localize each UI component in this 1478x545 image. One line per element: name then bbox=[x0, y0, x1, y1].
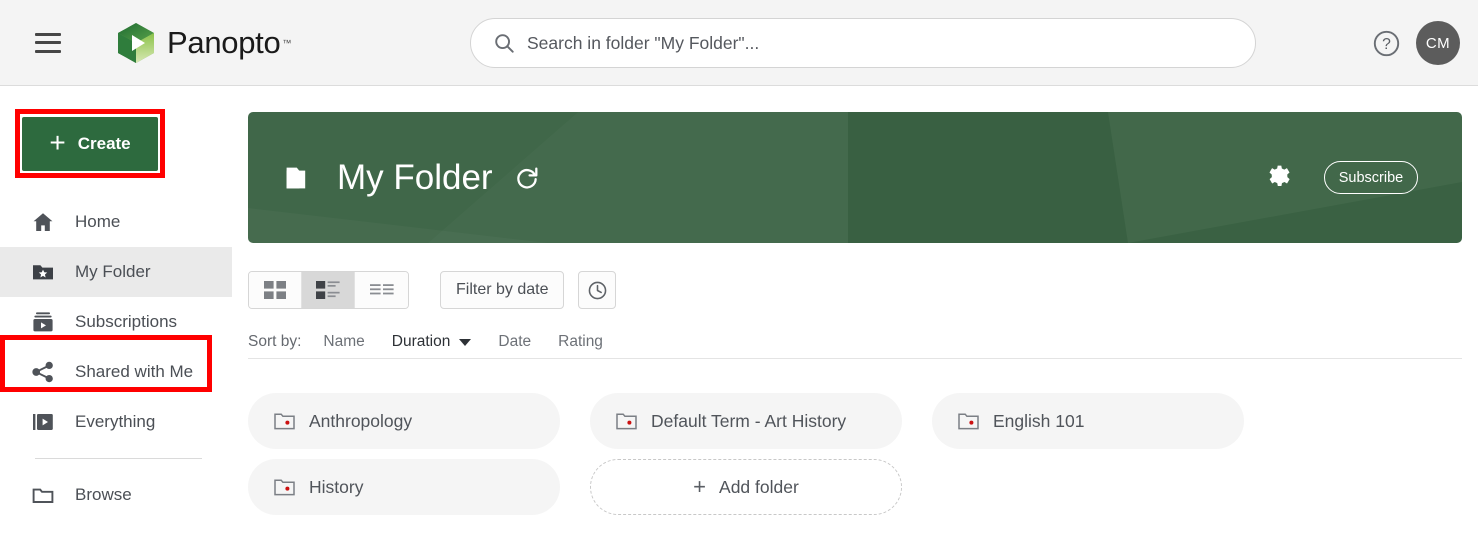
filter-by-date-button[interactable]: Filter by date bbox=[440, 271, 565, 309]
hamburger-bar bbox=[35, 32, 61, 36]
folder-card-label: Default Term - Art History bbox=[651, 410, 847, 431]
folder-session-icon bbox=[616, 413, 637, 430]
create-button[interactable]: + Create bbox=[22, 117, 158, 171]
sort-option-date[interactable]: Date bbox=[498, 333, 531, 351]
subscribe-button-label: Subscribe bbox=[1338, 169, 1404, 186]
help-circle-icon[interactable]: ? bbox=[1373, 30, 1400, 57]
sidebar-item-subscriptions[interactable]: Subscriptions bbox=[0, 297, 232, 347]
sidebar-item-label: Browse bbox=[75, 485, 132, 504]
trademark-symbol: ™ bbox=[282, 37, 292, 48]
subscribe-button[interactable]: Subscribe bbox=[1324, 161, 1418, 194]
plus-icon: + bbox=[49, 127, 66, 158]
card-view-icon bbox=[316, 281, 340, 299]
sidebar: + Create Home My Folder Subscriptions Sh… bbox=[0, 87, 232, 545]
folder-card-default-term-art-history[interactable]: Default Term - Art History bbox=[590, 393, 902, 449]
create-button-label: Create bbox=[77, 134, 131, 153]
folder-icon bbox=[30, 482, 56, 508]
avatar[interactable]: CM bbox=[1416, 21, 1460, 65]
grid-view-icon bbox=[264, 281, 286, 299]
sort-option-rating[interactable]: Rating bbox=[558, 333, 603, 351]
sidebar-item-browse[interactable]: Browse bbox=[0, 470, 232, 520]
sidebar-item-my-folder[interactable]: My Folder bbox=[0, 247, 232, 297]
sidebar-item-label: Home bbox=[75, 212, 121, 231]
sidebar-item-label: My Folder bbox=[75, 262, 151, 281]
plus-icon: + bbox=[693, 474, 707, 499]
sidebar-item-label: Shared with Me bbox=[75, 362, 194, 381]
chevron-down-icon bbox=[459, 338, 472, 346]
clock-icon bbox=[588, 281, 607, 299]
sidebar-item-shared-with-me[interactable]: Shared with Me bbox=[0, 347, 232, 397]
panopto-hexagon-icon bbox=[118, 22, 154, 63]
folder-banner: My Folder Subscribe bbox=[248, 112, 1462, 243]
folder-card-english-101[interactable]: English 101 bbox=[932, 393, 1244, 449]
hamburger-menu-icon[interactable] bbox=[35, 32, 61, 53]
folder-card-label: English 101 bbox=[993, 410, 1085, 431]
sidebar-item-home[interactable]: Home bbox=[0, 197, 232, 247]
search-bar[interactable] bbox=[470, 18, 1256, 68]
folder-card-history[interactable]: History bbox=[248, 459, 560, 515]
share-icon bbox=[30, 359, 56, 385]
sort-option-label: Rating bbox=[558, 333, 603, 350]
avatar-initials: CM bbox=[1425, 34, 1451, 52]
hamburger-bar bbox=[35, 49, 61, 53]
brand-name: Panopto bbox=[167, 24, 281, 60]
list-view-icon bbox=[369, 284, 394, 295]
sidebar-item-label: Subscriptions bbox=[75, 312, 178, 331]
sort-option-label: Date bbox=[498, 333, 532, 350]
refresh-icon[interactable] bbox=[514, 165, 540, 191]
folder-session-icon bbox=[274, 413, 295, 430]
folder-session-icon bbox=[274, 479, 295, 496]
folder-session-icon bbox=[958, 413, 979, 430]
folder-card-grid: Anthropology Default Term - Art History … bbox=[248, 393, 1462, 515]
add-folder-button[interactable]: + Add folder bbox=[590, 459, 902, 515]
home-icon bbox=[30, 209, 56, 235]
main-content: My Folder Subscribe Filter by date Sort … bbox=[232, 87, 1478, 545]
sidebar-divider bbox=[35, 458, 202, 459]
view-toolbar: Filter by date bbox=[248, 271, 617, 309]
sidebar-nav-list: Home My Folder Subscriptions Shared with… bbox=[0, 197, 232, 520]
sort-bar-divider bbox=[248, 358, 1462, 359]
page-title: My Folder bbox=[337, 157, 493, 197]
sort-bar: Sort by: Name Duration Date Rating bbox=[248, 333, 630, 351]
clock-filter-button[interactable] bbox=[578, 271, 617, 309]
sort-option-duration[interactable]: Duration bbox=[392, 333, 472, 351]
view-toggle-group bbox=[248, 271, 409, 309]
gear-icon[interactable] bbox=[1266, 164, 1293, 191]
folder-icon bbox=[286, 167, 306, 188]
hamburger-bar bbox=[35, 41, 61, 44]
sort-option-label: Duration bbox=[391, 333, 451, 350]
panopto-logo[interactable]: Panopto ™ bbox=[116, 22, 291, 64]
sidebar-item-label: Everything bbox=[75, 412, 156, 431]
add-folder-label: Add folder bbox=[719, 476, 799, 497]
sort-option-name[interactable]: Name bbox=[323, 333, 364, 351]
grid-view-button[interactable] bbox=[249, 272, 302, 308]
search-input[interactable] bbox=[527, 32, 1235, 54]
sort-option-label: Name bbox=[323, 333, 365, 350]
card-view-button[interactable] bbox=[302, 272, 355, 308]
folder-card-row: History + Add folder bbox=[248, 459, 1462, 515]
folder-card-label: History bbox=[309, 476, 364, 497]
folder-star-icon bbox=[30, 259, 56, 285]
sort-by-label: Sort by: bbox=[248, 333, 302, 350]
subscriptions-icon bbox=[30, 309, 56, 335]
search-icon bbox=[495, 34, 514, 53]
top-header-bar: Panopto ™ ? CM bbox=[0, 0, 1478, 86]
folder-card-anthropology[interactable]: Anthropology bbox=[248, 393, 560, 449]
list-view-button[interactable] bbox=[355, 272, 408, 308]
svg-text:?: ? bbox=[1382, 36, 1391, 53]
sidebar-item-everything[interactable]: Everything bbox=[0, 397, 232, 447]
folder-card-label: Anthropology bbox=[309, 410, 413, 431]
video-library-icon bbox=[30, 409, 56, 435]
folder-card-row: Anthropology Default Term - Art History … bbox=[248, 393, 1462, 449]
filter-by-date-label: Filter by date bbox=[456, 281, 549, 298]
